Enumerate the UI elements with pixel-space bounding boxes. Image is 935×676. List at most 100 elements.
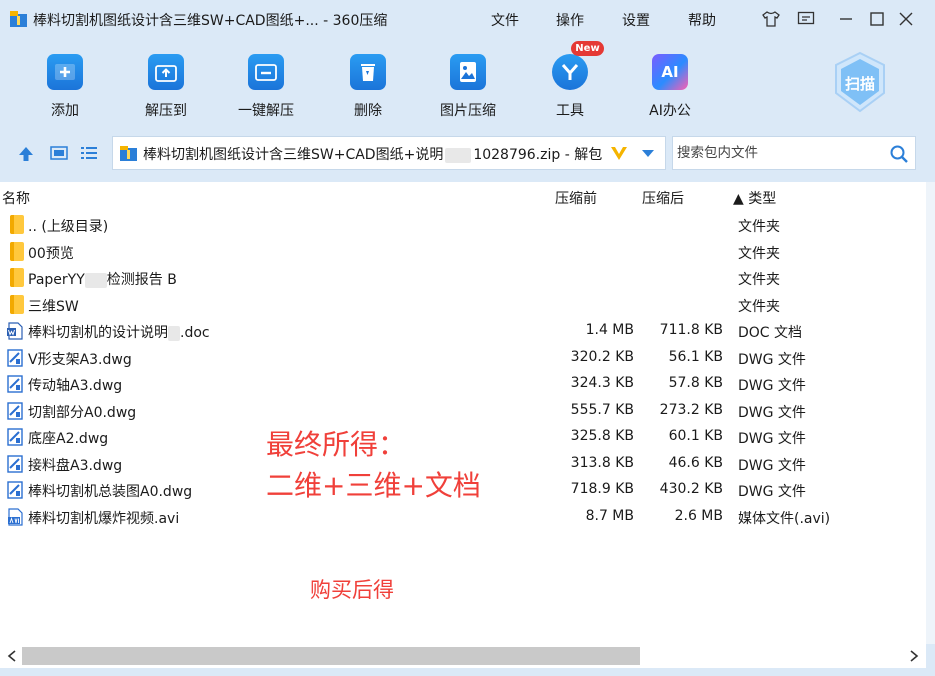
- file-name: 00预览: [28, 245, 74, 262]
- ai-office-icon: AI: [652, 54, 688, 90]
- add-icon: [47, 54, 83, 90]
- promo-text-line3: 购买后得: [310, 578, 394, 602]
- chevron-down-icon[interactable]: [641, 148, 655, 158]
- ai-office-label: AI办公: [649, 103, 691, 119]
- horizontal-scrollbar[interactable]: [0, 644, 926, 668]
- file-name: 切割部分A0.dwg: [28, 404, 137, 421]
- tools-button[interactable]: 工具: [530, 50, 610, 120]
- extract-to-button[interactable]: 解压到: [126, 50, 206, 120]
- scrollbar-thumb[interactable]: [22, 647, 640, 665]
- redacted-block: [445, 147, 472, 163]
- size-after: 711.8 KB: [659, 322, 723, 338]
- column-size-before[interactable]: 压缩前: [555, 188, 597, 208]
- column-header: 名称 压缩前 压缩后 ▲ 类型: [0, 182, 926, 212]
- list-item[interactable]: PaperYY 检测报告 B 文件夹: [0, 265, 926, 292]
- scan-label: 扫描: [844, 75, 875, 93]
- delete-button[interactable]: 删除: [328, 50, 408, 120]
- one-click-extract-button[interactable]: 一键解压: [226, 50, 306, 120]
- maximize-icon[interactable]: [867, 9, 887, 29]
- size-after: 60.1 KB: [668, 428, 723, 444]
- size-before: 8.7 MB: [585, 507, 634, 524]
- list-item[interactable]: .. (上级目录) 文件夹: [0, 212, 926, 239]
- file-list: 名称 压缩前 压缩后 ▲ 类型 .. (上级目录) 文件夹 00预览 文件夹 P…: [0, 182, 926, 644]
- search-box[interactable]: [672, 136, 916, 170]
- size-before: 1.4 MB: [585, 322, 634, 338]
- file-name-part-b: 检测报告 B: [106, 272, 177, 288]
- size-after: 2.6 MB: [674, 507, 723, 524]
- list-item[interactable]: 底座A2.dwg 325.8 KB 60.1 KB DWG 文件: [0, 424, 926, 451]
- address-path-suffix: 1028796.zip - 解包: [473, 147, 603, 163]
- dwg-file-icon: [7, 348, 23, 367]
- search-icon[interactable]: [889, 144, 909, 164]
- list-item[interactable]: 切割部分A0.dwg 555.7 KB 273.2 KB DWG 文件: [0, 398, 926, 425]
- file-type: DWG 文件: [738, 404, 806, 421]
- list-view-icon[interactable]: [80, 145, 98, 161]
- add-button[interactable]: 添加: [25, 50, 105, 120]
- folder-icon: [10, 268, 24, 287]
- archive-window: { "window": { "title": "棒料切割机图纸设计含三维SW+C…: [0, 0, 935, 676]
- close-icon[interactable]: [896, 9, 916, 29]
- size-before: 718.9 KB: [570, 481, 634, 497]
- column-name[interactable]: 名称: [2, 188, 30, 208]
- scroll-right-icon[interactable]: [908, 649, 920, 663]
- folder-icon: [10, 215, 24, 234]
- word-doc-icon: [7, 322, 23, 340]
- menu-file[interactable]: 文件: [491, 10, 519, 30]
- size-before: 555.7 KB: [570, 401, 634, 418]
- list-item[interactable]: 传动轴A3.dwg 324.3 KB 57.8 KB DWG 文件: [0, 371, 926, 398]
- folder-icon: [10, 241, 24, 261]
- menu-settings[interactable]: 设置: [622, 10, 650, 30]
- tools-icon: [552, 54, 588, 90]
- address-bar[interactable]: 棒料切割机图纸设计含三维SW+CAD图纸+说明 1028796.zip - 解包: [112, 136, 666, 170]
- skin-shirt-icon[interactable]: [761, 9, 781, 29]
- window-title: 棒料切割机图纸设计含三维SW+CAD图纸+... - 360压缩: [33, 13, 388, 29]
- file-name-part-b: .doc: [180, 325, 210, 341]
- title-bar: 棒料切割机图纸设计含三维SW+CAD图纸+... - 360压缩 文件 操作 设…: [0, 0, 935, 40]
- file-type: 文件夹: [738, 245, 780, 262]
- ai-office-button[interactable]: AI AI办公: [630, 50, 710, 120]
- dwg-file-icon: [7, 401, 23, 420]
- file-type: 文件夹: [738, 298, 780, 315]
- file-name-part-a: 棒料切割机的设计说明: [28, 325, 168, 341]
- address-path-prefix: 棒料切割机图纸设计含三维SW+CAD图纸+说明: [143, 147, 444, 163]
- scan-button[interactable]: 扫描: [832, 51, 888, 113]
- folder-icon: [10, 294, 24, 314]
- one-click-extract-icon: [248, 54, 284, 90]
- list-item[interactable]: 三维SW 文件夹: [0, 292, 926, 319]
- minimize-icon[interactable]: [836, 9, 856, 29]
- size-after: 46.6 KB: [668, 454, 723, 471]
- size-before: 320.2 KB: [570, 348, 634, 365]
- size-before: 313.8 KB: [570, 454, 634, 471]
- add-label: 添加: [51, 103, 79, 119]
- dwg-file-icon: [7, 428, 23, 446]
- zip-archive-icon: [120, 146, 137, 161]
- menu-help[interactable]: 帮助: [688, 10, 716, 30]
- file-name: 棒料切割机总装图A0.dwg: [28, 484, 193, 500]
- menu-operations[interactable]: 操作: [556, 10, 584, 30]
- list-item[interactable]: 00预览 文件夹: [0, 239, 926, 266]
- column-type[interactable]: ▲ 类型: [733, 188, 776, 208]
- size-after: 430.2 KB: [659, 481, 723, 497]
- vip-v-icon[interactable]: [609, 143, 629, 163]
- extract-icon: [148, 54, 184, 90]
- list-item[interactable]: V形支架A3.dwg 320.2 KB 56.1 KB DWG 文件: [0, 345, 926, 372]
- file-name: 传动轴A3.dwg: [28, 378, 123, 394]
- feedback-message-icon[interactable]: [796, 9, 816, 29]
- thumbnail-view-icon[interactable]: [50, 145, 68, 161]
- file-type: DWG 文件: [738, 484, 806, 500]
- list-item[interactable]: 棒料切割机爆炸视频.avi 8.7 MB 2.6 MB 媒体文件(.avi): [0, 504, 926, 531]
- new-badge: New: [571, 41, 604, 56]
- list-item[interactable]: 棒料切割机的设计说明 .doc 1.4 MB 711.8 KB DOC 文档: [0, 318, 926, 345]
- file-type: DWG 文件: [738, 351, 806, 368]
- promo-text-line2: 二维+三维+文档: [266, 469, 481, 502]
- address-path: 棒料切割机图纸设计含三维SW+CAD图纸+说明 1028796.zip - 解包: [143, 144, 611, 164]
- size-before: 325.8 KB: [570, 428, 634, 444]
- size-after: 57.8 KB: [668, 375, 723, 391]
- file-type: DWG 文件: [738, 457, 806, 474]
- up-arrow-icon[interactable]: [17, 145, 35, 163]
- column-size-after[interactable]: 压缩后: [642, 188, 684, 208]
- search-input[interactable]: [677, 143, 877, 163]
- redacted-block: [168, 325, 180, 341]
- image-compress-button[interactable]: 图片压缩: [428, 50, 508, 120]
- scroll-left-icon[interactable]: [6, 649, 18, 663]
